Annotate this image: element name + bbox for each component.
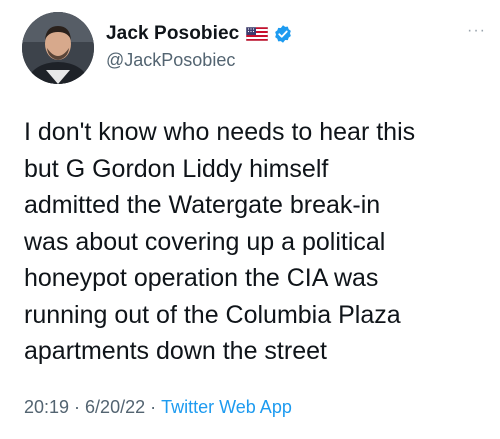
name-row: Jack Posobiec [106,22,293,46]
verified-badge-icon [273,24,293,44]
more-options-button[interactable]: ··· [467,23,486,39]
tweet-date[interactable]: 6/20/22 [85,397,145,417]
tweet-card: Jack Posobiec @JackPosobiec ··· I don't … [0,0,500,439]
tweet-source-link[interactable]: Twitter Web App [161,397,292,417]
avatar[interactable] [22,12,94,84]
tweet-time[interactable]: 20:19 [24,397,69,417]
avatar-image [22,12,94,84]
user-handle[interactable]: @JackPosobiec [106,50,235,71]
separator: · [74,397,81,417]
tweet-text: I don't know who needs to hear this but … [24,118,416,365]
separator: · [150,397,157,417]
us-flag-icon [246,26,269,42]
tweet-metadata: 20:19 · 6/20/22 · Twitter Web App [24,397,292,418]
display-name[interactable]: Jack Posobiec [106,23,239,45]
